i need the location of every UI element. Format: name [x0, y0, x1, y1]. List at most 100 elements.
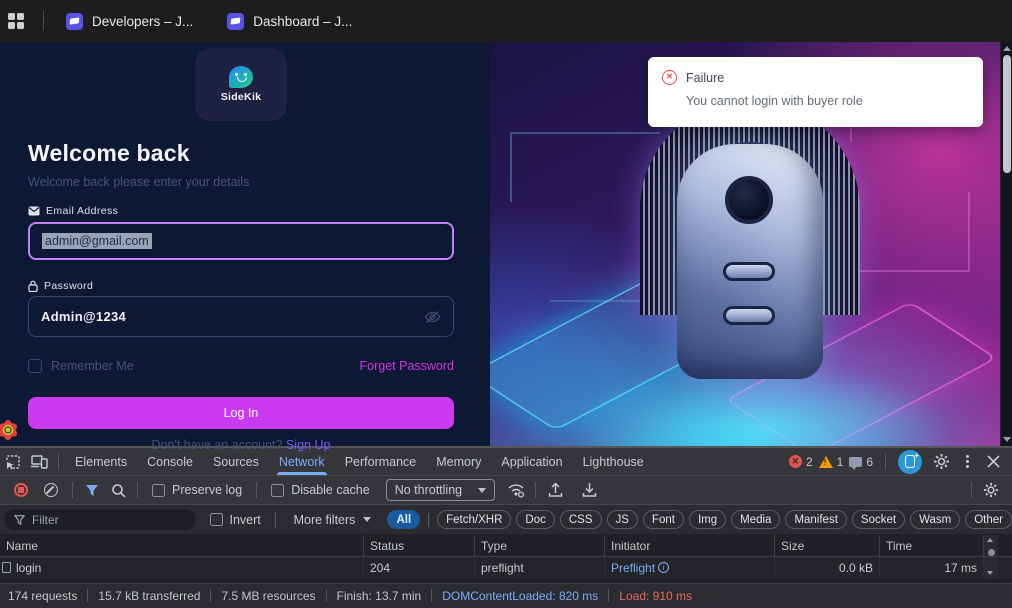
- page-scrollbar[interactable]: [1000, 42, 1012, 446]
- padlock-keyhole: [725, 176, 773, 224]
- mail-icon: [28, 206, 40, 216]
- remember-me-label: Remember Me: [51, 359, 134, 373]
- chip-wasm[interactable]: Wasm: [910, 510, 960, 529]
- issues-icon: [849, 457, 862, 467]
- tab-console[interactable]: Console: [137, 448, 203, 475]
- divider: [43, 11, 44, 31]
- chip-css[interactable]: CSS: [560, 510, 602, 529]
- login-panel: SideKik Welcome back Welcome back please…: [0, 42, 490, 446]
- scrollbar-thumb[interactable]: [988, 549, 995, 556]
- forgot-password-link[interactable]: Forget Password: [360, 359, 454, 373]
- invert-checkbox[interactable]: Invert: [210, 513, 261, 527]
- warning-icon: [819, 456, 833, 468]
- login-button[interactable]: Log In: [28, 397, 454, 429]
- checkbox[interactable]: [271, 484, 284, 497]
- col-name[interactable]: Name: [0, 535, 364, 556]
- scrollbar-thumb[interactable]: [1003, 55, 1011, 173]
- checkbox[interactable]: [152, 484, 165, 497]
- table-scrollbar[interactable]: [984, 535, 998, 556]
- scroll-down-icon[interactable]: [1003, 437, 1011, 442]
- chip-fetch-xhr[interactable]: Fetch/XHR: [437, 510, 511, 529]
- table-scrollbar[interactable]: [984, 557, 998, 578]
- network-conditions-icon[interactable]: [503, 478, 529, 502]
- network-settings-gear-icon[interactable]: [978, 478, 1004, 502]
- throttling-select[interactable]: No throttling: [386, 479, 495, 501]
- tab-overview-icon[interactable]: [8, 13, 25, 30]
- scroll-up-icon[interactable]: [1003, 46, 1011, 51]
- settings-gear-icon[interactable]: [928, 450, 954, 474]
- requests-count: 174 requests: [8, 589, 77, 603]
- devtools-panel: Elements Console Sources Network Perform…: [0, 446, 1012, 608]
- tab-network[interactable]: Network: [269, 448, 335, 475]
- chip-media[interactable]: Media: [731, 510, 780, 529]
- chip-font[interactable]: Font: [643, 510, 684, 529]
- close-devtools-icon[interactable]: [980, 450, 1006, 474]
- eye-off-icon[interactable]: [424, 310, 441, 324]
- scroll-down-icon[interactable]: [987, 571, 993, 575]
- divider: [431, 589, 432, 602]
- divider: [58, 454, 59, 470]
- load-time: Load: 910 ms: [619, 589, 692, 603]
- page-viewport: SideKik Welcome back Welcome back please…: [0, 42, 1012, 446]
- console-warnings-badge[interactable]: 1: [819, 455, 844, 469]
- chip-img[interactable]: Img: [689, 510, 726, 529]
- failure-toast[interactable]: ✕ Failure You cannot login with buyer ro…: [648, 57, 983, 127]
- search-icon[interactable]: [105, 478, 131, 502]
- tab-memory[interactable]: Memory: [426, 448, 491, 475]
- logo-text: SideKik: [221, 91, 262, 103]
- export-har-icon[interactable]: [542, 478, 568, 502]
- toast-message: You cannot login with buyer role: [686, 94, 969, 108]
- password-input[interactable]: Admin@1234: [28, 296, 454, 337]
- console-errors-badge[interactable]: ✕2: [789, 455, 813, 469]
- col-initiator[interactable]: Initiator: [605, 535, 775, 556]
- divider: [535, 482, 536, 498]
- password-label: Password: [28, 280, 93, 292]
- request-size: 0.0 kB: [775, 557, 880, 578]
- browser-tab-dashboard[interactable]: Dashboard – J...: [215, 4, 364, 38]
- divider: [885, 454, 886, 470]
- more-options-icon[interactable]: [960, 455, 974, 468]
- device-toolbar-icon[interactable]: [26, 450, 52, 474]
- info-icon[interactable]: i: [658, 562, 669, 573]
- divider: [210, 589, 211, 602]
- filter-input[interactable]: Filter: [4, 509, 196, 530]
- chip-manifest[interactable]: Manifest: [785, 510, 846, 529]
- chip-all[interactable]: All: [387, 510, 420, 529]
- more-filters-button[interactable]: More filters: [294, 513, 372, 527]
- chip-doc[interactable]: Doc: [516, 510, 554, 529]
- col-size[interactable]: Size: [775, 535, 880, 556]
- col-time[interactable]: Time: [880, 535, 984, 556]
- resources: 7.5 MB resources: [221, 589, 315, 603]
- issues-badge[interactable]: 6: [849, 455, 873, 469]
- circuit-line: [510, 132, 660, 202]
- extension-flower-icon[interactable]: [0, 415, 21, 445]
- preserve-log-checkbox[interactable]: Preserve log: [152, 483, 242, 497]
- tab-sources[interactable]: Sources: [203, 448, 269, 475]
- tab-lighthouse[interactable]: Lighthouse: [573, 448, 654, 475]
- tab-application[interactable]: Application: [491, 448, 572, 475]
- tab-elements[interactable]: Elements: [65, 448, 137, 475]
- email-label: Email Address: [28, 205, 118, 217]
- col-type[interactable]: Type: [475, 535, 605, 556]
- import-har-icon[interactable]: [576, 478, 602, 502]
- email-input[interactable]: admin@gmail.com: [28, 222, 454, 260]
- chip-socket[interactable]: Socket: [852, 510, 905, 529]
- chip-js[interactable]: JS: [607, 510, 638, 529]
- remember-me-checkbox[interactable]: [28, 359, 42, 373]
- request-row-login[interactable]: login 204 preflight Preflighti 0.0 kB 17…: [0, 557, 1012, 578]
- chip-other[interactable]: Other: [965, 510, 1012, 529]
- initiator-link[interactable]: Preflighti: [611, 561, 669, 575]
- device-frame-button[interactable]: +: [898, 450, 922, 474]
- inspect-element-icon[interactable]: [0, 450, 26, 474]
- record-network-log-icon[interactable]: [14, 483, 28, 497]
- scroll-up-icon[interactable]: [987, 538, 993, 542]
- browser-tab-developers[interactable]: Developers – J...: [54, 4, 205, 38]
- filter-funnel-icon[interactable]: [79, 478, 105, 502]
- clear-network-log-icon[interactable]: [44, 483, 58, 497]
- sidekik-logo-icon: [229, 66, 253, 88]
- tab-performance[interactable]: Performance: [335, 448, 427, 475]
- request-name: login: [16, 561, 41, 575]
- col-status[interactable]: Status: [364, 535, 475, 556]
- disable-cache-checkbox[interactable]: Disable cache: [271, 483, 370, 497]
- checkbox[interactable]: [210, 513, 223, 526]
